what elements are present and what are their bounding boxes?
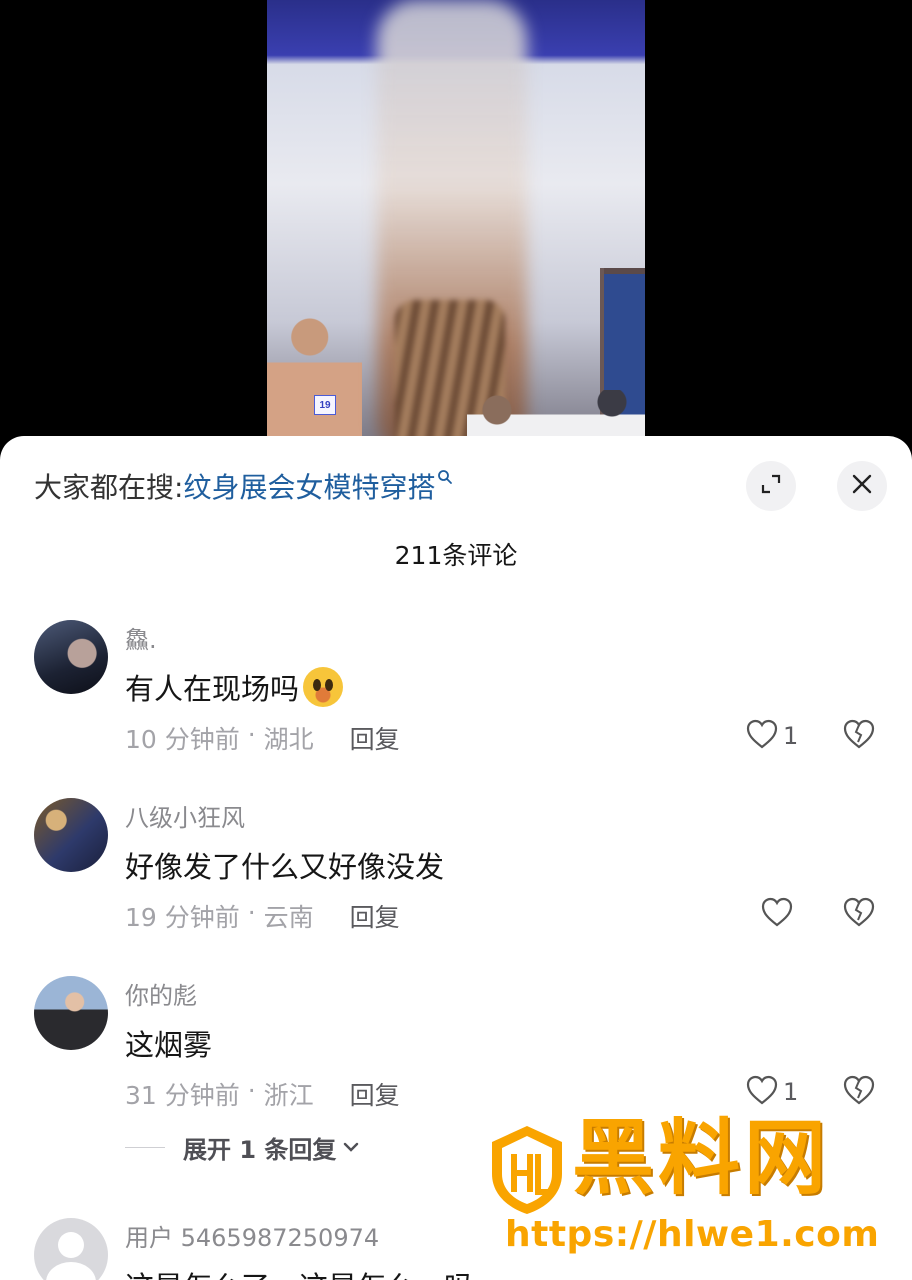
broken-heart-icon [842, 1075, 876, 1110]
comment-meta: 10 分钟前 · 湖北 回复 [125, 720, 400, 756]
broken-heart-icon [842, 719, 876, 754]
divider [125, 1147, 165, 1148]
close-button[interactable] [837, 461, 887, 511]
expand-button[interactable] [746, 461, 796, 511]
avatar[interactable] [34, 1218, 108, 1280]
reply-button[interactable]: 回复 [350, 898, 400, 934]
avatar[interactable] [34, 620, 108, 694]
hl-shield-logo [488, 1124, 566, 1220]
expand-icon [760, 473, 782, 499]
trending-search-label: 大家都在搜: [34, 471, 184, 504]
like-button[interactable] [760, 896, 794, 932]
comment-text: 这是怎么了，这是怎么一吗 [125, 1264, 473, 1280]
meta-separator: · [239, 898, 264, 927]
video-frame[interactable]: 19 [267, 0, 645, 460]
comment-text: 这烟雾 [125, 1028, 213, 1062]
comment-time: 31 分钟前 [125, 1081, 240, 1110]
comment-username[interactable]: 八级小狂风 [125, 798, 245, 833]
comment-location: 云南 [263, 903, 314, 932]
contestant-badge: 19 [314, 395, 336, 415]
heart-icon [760, 896, 794, 932]
comment-text-content: 有人在现场吗 [125, 672, 300, 706]
like-button[interactable]: 1 [745, 1074, 798, 1110]
chevron-down-icon [342, 1138, 360, 1157]
comment-text: 好像发了什么又好像没发 [125, 850, 445, 884]
broken-heart-icon [842, 897, 876, 932]
watermark-url: https://hlwe1.com [505, 1214, 880, 1255]
comment-location: 浙江 [263, 1081, 314, 1110]
comment-text: 有人在现场吗 [125, 666, 344, 708]
expand-replies-label: 展开 1 条回复 [183, 1136, 337, 1164]
reply-button[interactable]: 回复 [350, 1076, 400, 1112]
dislike-button[interactable] [842, 1074, 876, 1110]
reply-button[interactable]: 回复 [350, 720, 400, 756]
search-icon[interactable] [437, 469, 453, 490]
avatar[interactable] [34, 798, 108, 872]
comment-username[interactable]: 鱻. [125, 620, 157, 655]
comment-username[interactable]: 用户 5465987250974 [125, 1218, 379, 1253]
crying-face-emoji-icon [303, 667, 344, 707]
heart-icon [745, 718, 779, 754]
comment-time: 10 分钟前 [125, 725, 240, 754]
comment-meta: 19 分钟前 · 云南 回复 [125, 898, 400, 934]
like-button[interactable]: 1 [745, 718, 798, 754]
like-count: 1 [783, 722, 799, 750]
comment-location: 湖北 [263, 725, 314, 754]
comment-username[interactable]: 你的彪 [125, 976, 197, 1011]
watermark-title: 黑料网 [572, 1111, 831, 1206]
meta-separator: · [239, 1076, 264, 1105]
avatar[interactable] [34, 976, 108, 1050]
comment-time: 19 分钟前 [125, 903, 240, 932]
trending-search-term[interactable]: 纹身展会女模特穿搭 [183, 466, 435, 506]
meta-separator: · [239, 720, 264, 749]
close-icon [851, 473, 873, 499]
heart-icon [745, 1074, 779, 1110]
dislike-button[interactable] [842, 896, 876, 932]
dislike-button[interactable] [842, 718, 876, 754]
expand-replies-button[interactable]: 展开 1 条回复 [125, 1130, 360, 1165]
trending-search[interactable]: 大家都在搜: 纹身展会女模特穿搭 [34, 466, 453, 506]
comment-meta: 31 分钟前 · 浙江 回复 [125, 1076, 400, 1112]
like-count: 1 [783, 1078, 799, 1106]
comment-count: 211条评论 [394, 541, 518, 570]
video-player[interactable]: 19 [0, 0, 912, 460]
